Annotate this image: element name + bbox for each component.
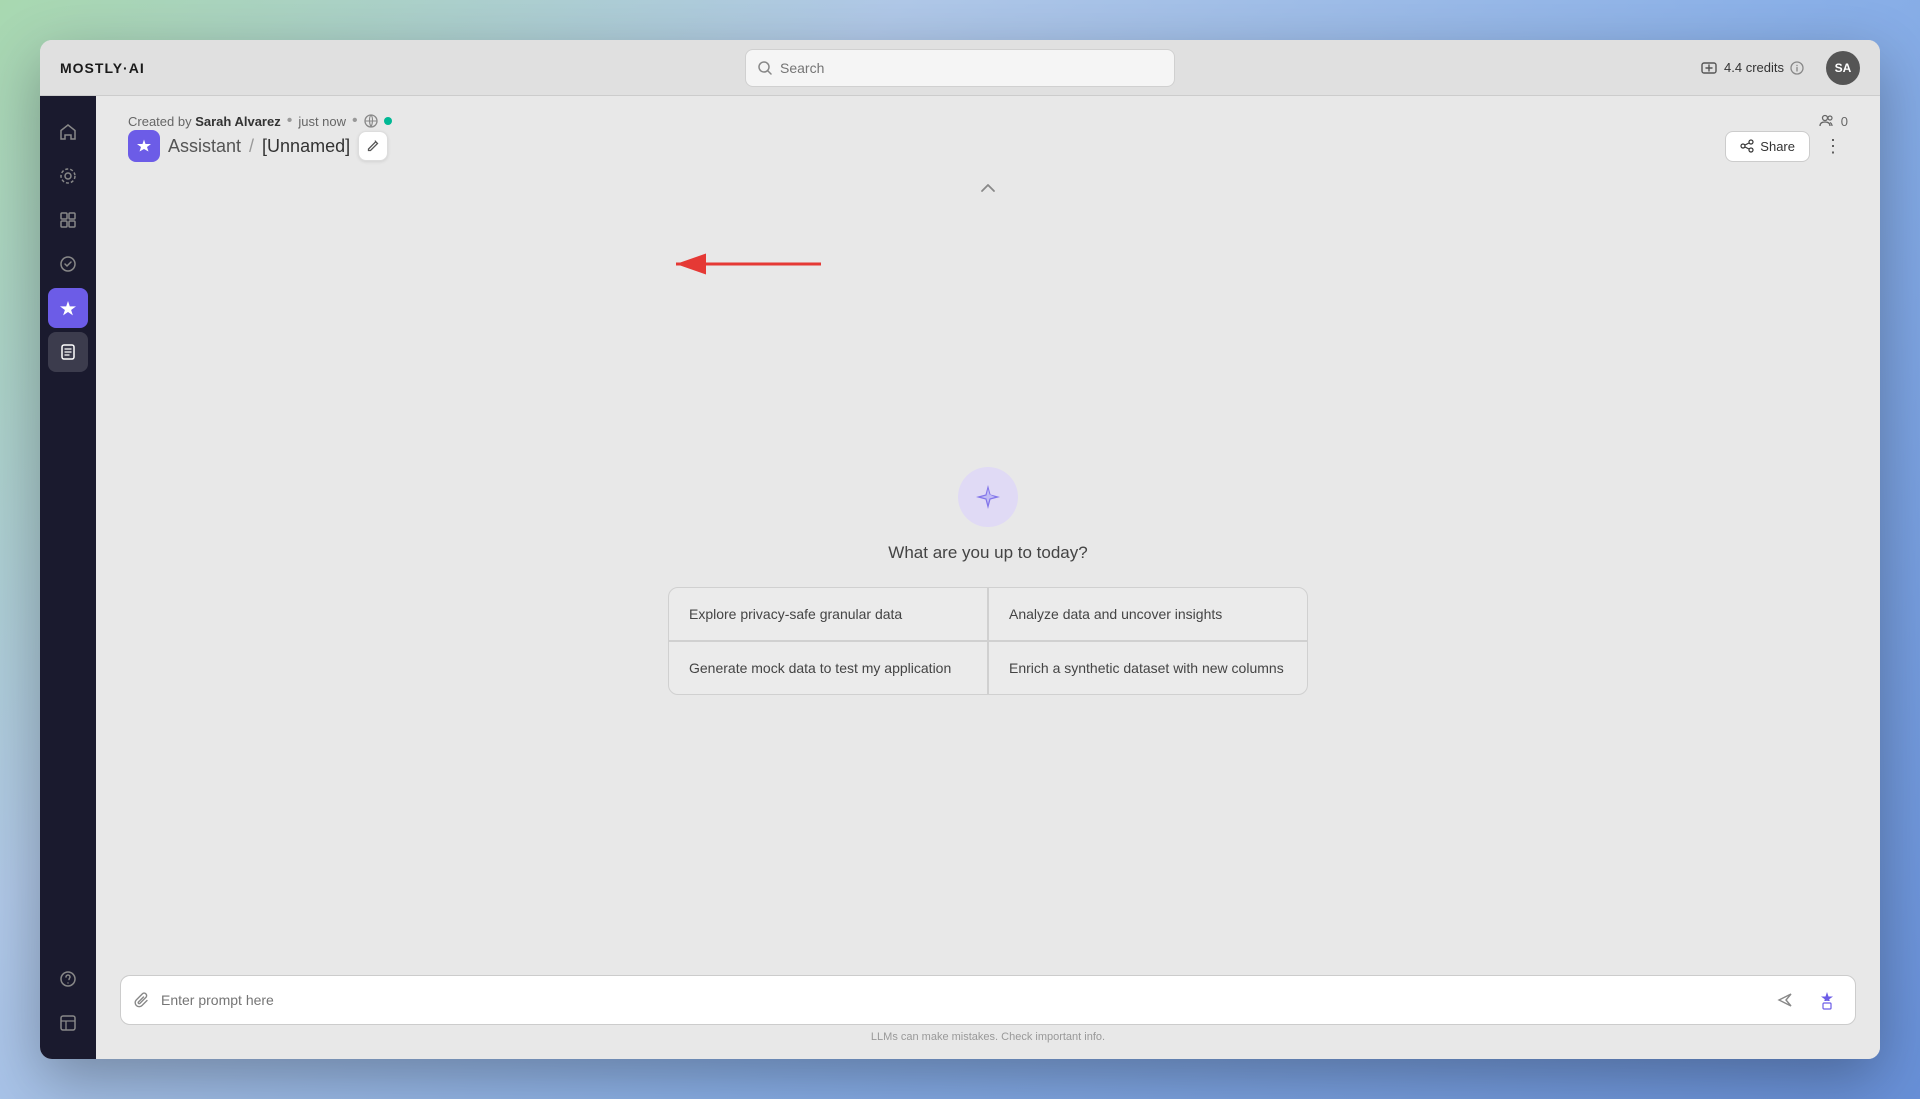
suggestions-grid: Explore privacy-safe granular data Analy… (668, 587, 1308, 695)
breadcrumb: Assistant / [Unnamed] (128, 130, 388, 162)
prompt-box (120, 975, 1856, 1025)
chevron-bar (96, 174, 1880, 202)
credits-icon (1700, 59, 1718, 77)
sparkle-top-icon (1819, 991, 1835, 1001)
edit-name-button[interactable] (358, 131, 388, 161)
collapse-button[interactable] (976, 178, 1000, 198)
sidebar-item-connectors[interactable] (48, 244, 88, 284)
share-row: Assistant / [Unnamed] (128, 130, 1848, 162)
sidebar-item-home[interactable] (48, 112, 88, 152)
share-button[interactable]: Share (1725, 131, 1810, 162)
more-options-button[interactable]: ⋮ (1818, 131, 1848, 161)
sparkle-icon (972, 481, 1004, 513)
send-button[interactable] (1769, 984, 1801, 1016)
suggestion-card-4[interactable]: Enrich a synthetic dataset with new colu… (989, 642, 1307, 694)
search-box[interactable] (745, 49, 1175, 87)
app-header: MOSTLY·AI 4.4 credits (40, 40, 1880, 96)
breadcrumb-parent: Assistant (168, 136, 241, 157)
credits-label: 4.4 credits (1724, 60, 1784, 75)
share-icon (1740, 139, 1754, 153)
edit-icon (366, 139, 380, 153)
disclaimer: LLMs can make mistakes. Check important … (120, 1025, 1856, 1051)
header-right: 4.4 credits SA (1690, 51, 1860, 85)
breadcrumb-current: [Unnamed] (262, 136, 350, 157)
welcome-icon (958, 467, 1018, 527)
search-icon (758, 61, 772, 75)
sidebar (40, 96, 96, 1059)
app-window: MOSTLY·AI 4.4 credits (40, 40, 1880, 1059)
welcome-text: What are you up to today? (888, 543, 1087, 563)
sidebar-item-models[interactable] (48, 156, 88, 196)
globe-icon (364, 114, 378, 128)
sidebar-item-notebooks[interactable] (48, 332, 88, 372)
sparkle-bottom-icon (1822, 1002, 1832, 1010)
header-actions: Share ⋮ (1725, 131, 1848, 162)
sparkle-button[interactable] (1811, 984, 1843, 1016)
sidebar-item-help[interactable] (48, 959, 88, 999)
users-count: 0 (1841, 114, 1848, 129)
share-label: Share (1760, 139, 1795, 154)
page-header: Created by Sarah Alvarez • just now • (96, 96, 1880, 174)
created-time: just now (298, 114, 346, 129)
users-icon (1819, 113, 1835, 129)
sidebar-item-layout[interactable] (48, 1003, 88, 1043)
search-input[interactable] (780, 60, 1162, 76)
suggestion-card-3[interactable]: Generate mock data to test my applicatio… (669, 642, 987, 694)
sidebar-item-datasets[interactable] (48, 200, 88, 240)
input-area: LLMs can make mistakes. Check important … (96, 959, 1880, 1059)
suggestion-card-1[interactable]: Explore privacy-safe granular data (669, 588, 987, 640)
assistant-icon (128, 130, 160, 162)
sidebar-item-assistant[interactable] (48, 288, 88, 328)
info-icon (1790, 61, 1804, 75)
search-container (745, 49, 1175, 87)
avatar[interactable]: SA (1826, 51, 1860, 85)
chat-area: What are you up to today? Explore privac… (96, 202, 1880, 959)
prompt-input[interactable] (161, 992, 1759, 1008)
attach-icon[interactable] (133, 991, 151, 1009)
credits-button[interactable]: 4.4 credits (1690, 53, 1814, 83)
send-icon (1776, 991, 1794, 1009)
created-by-text: Created by Sarah Alvarez (128, 114, 281, 129)
app-logo: MOSTLY·AI (60, 60, 145, 76)
created-info: Created by Sarah Alvarez • just now • (128, 112, 1848, 130)
app-body: Created by Sarah Alvarez • just now • (40, 96, 1880, 1059)
suggestion-card-2[interactable]: Analyze data and uncover insights (989, 588, 1307, 640)
annotation-arrow (656, 244, 826, 284)
main-content: Created by Sarah Alvarez • just now • (96, 96, 1880, 1059)
status-dot (384, 117, 392, 125)
